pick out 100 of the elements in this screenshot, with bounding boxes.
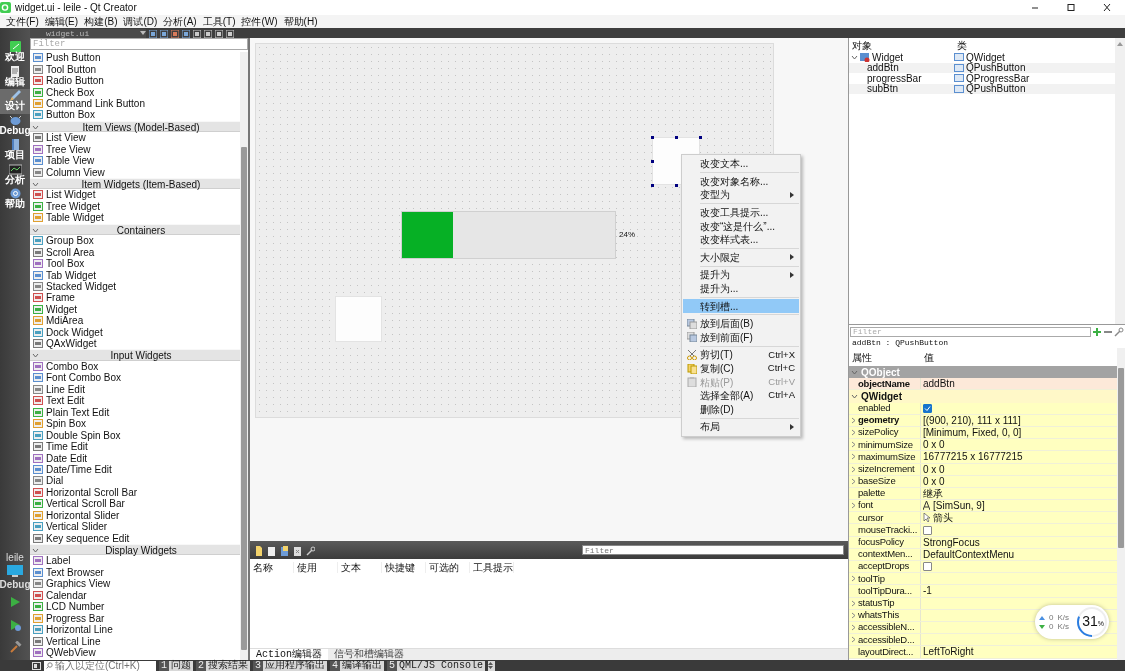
mode-tab[interactable]: 欢迎 <box>0 40 30 65</box>
widget-list-item[interactable]: Radio Button <box>30 74 240 87</box>
category-header[interactable]: Input Widgets <box>30 349 240 361</box>
tree-item[interactable]: addBtn QPushButton <box>849 62 1115 73</box>
widget-list-item[interactable]: Text Edit <box>30 395 240 407</box>
toolbar-button[interactable] <box>182 27 190 39</box>
property-value[interactable]: 0 x 0 <box>923 475 945 487</box>
output-pane-button[interactable]: 1 问题 <box>159 660 193 671</box>
widget-list-item[interactable]: Plain Text Edit <box>30 406 240 418</box>
scrollbar[interactable] <box>1117 348 1125 660</box>
output-pane-button[interactable]: 3 应用程序输出 <box>253 660 328 671</box>
category-header[interactable]: Containers <box>30 223 240 235</box>
widget-list-item[interactable]: Tree Widget <box>30 200 240 213</box>
toolbar-button[interactable] <box>267 544 276 556</box>
menu-item[interactable]: 构建(B) <box>81 16 121 27</box>
output-pane-button[interactable]: 4 编译输出 <box>330 660 385 671</box>
widget-list-item[interactable]: List View <box>30 132 240 144</box>
toolbar-button[interactable] <box>204 27 212 39</box>
menu-item[interactable]: 变型为 <box>683 188 799 202</box>
menu-item[interactable]: 编辑(E) <box>41 16 82 27</box>
menu-item[interactable]: 提升为 <box>683 268 799 282</box>
checkbox[interactable] <box>923 403 932 413</box>
mode-tab[interactable]: 帮助 <box>0 187 30 212</box>
property-value[interactable]: 箭头 <box>933 512 953 524</box>
widget-list-item[interactable]: Tool Button <box>30 63 240 75</box>
toolbar-button[interactable] <box>280 544 289 556</box>
output-pane-button[interactable]: 5 QML/JS Console <box>387 660 486 671</box>
widget-list-item[interactable]: Graphics View <box>30 578 240 590</box>
category-header[interactable]: Item Widgets (Item-Based) <box>30 177 240 190</box>
widget-list-item[interactable]: Text Browser <box>30 566 240 579</box>
tree-item[interactable]: subBtn QPushButton <box>849 83 1115 94</box>
widget-list-item[interactable]: Command Link Button <box>30 97 240 110</box>
widget-list-item[interactable]: Font Combo Box <box>30 372 240 384</box>
menu-item[interactable]: 改变工具提示... <box>683 205 799 220</box>
scrollbar[interactable] <box>1115 38 1125 324</box>
widget-list-item[interactable]: Tree View <box>30 143 240 155</box>
widget-list-item[interactable]: List Widget <box>30 189 240 201</box>
widget-list-item[interactable]: Horizontal Scroll Bar <box>30 486 240 499</box>
toolbar-button[interactable] <box>215 27 223 39</box>
menu-item[interactable]: 工具(T) <box>199 16 239 27</box>
property-value[interactable]: [Minimum, Fixed, 0, 0] <box>923 427 1022 439</box>
widget-list-item[interactable]: Date/Time Edit <box>30 463 240 476</box>
widget-list-item[interactable]: Spin Box <box>30 418 240 430</box>
property-value[interactable]: StrongFocus <box>923 536 980 548</box>
more-panes-button[interactable] <box>488 660 496 671</box>
property-value[interactable]: 继承 <box>923 487 943 499</box>
property-value[interactable]: LeftToRight <box>923 646 974 658</box>
locator-field[interactable]: 输入以定位(Ctrl+K) <box>44 660 156 671</box>
widget-list-item[interactable]: Double Spin Box <box>30 429 240 441</box>
property-value[interactable]: 0 x 0 <box>923 463 945 475</box>
menu-item[interactable]: 改变样式表... <box>683 232 799 247</box>
output-pane-button[interactable]: 2 搜索结果 <box>196 660 251 671</box>
property-value[interactable]: 0 x 0 <box>923 439 945 451</box>
menu-item[interactable]: 调试(D) <box>120 16 161 27</box>
menu-item[interactable]: 剪切(T) Ctrl+X <box>683 348 799 362</box>
widget-list-item[interactable]: Time Edit <box>30 440 240 453</box>
widget-list-item[interactable]: Group Box <box>30 235 240 247</box>
toolbar-button[interactable] <box>149 27 157 39</box>
widget-list-item[interactable]: QWebView <box>30 646 240 659</box>
column-header[interactable]: 值 <box>921 351 993 363</box>
sidebar-toggle-button[interactable] <box>32 660 41 671</box>
widget-list-item[interactable]: LCD Number <box>30 601 240 613</box>
mode-tab[interactable]: 分析 <box>0 162 30 187</box>
menu-item[interactable]: 放到前面(F) <box>683 330 799 345</box>
toolbar-button[interactable] <box>306 544 315 556</box>
widget-list-item[interactable]: Widget <box>30 303 240 316</box>
menu-item[interactable]: 分析(A) <box>160 16 200 27</box>
menu-item[interactable]: 转到槽... <box>683 299 799 313</box>
mode-tab[interactable]: Debug <box>0 113 30 138</box>
widget-list-item[interactable]: Horizontal Slider <box>30 509 240 521</box>
editor-tab[interactable]: 信号和槽编辑器 <box>328 649 410 660</box>
widget-list-item[interactable]: Date Edit <box>30 452 240 464</box>
column-header[interactable]: 属性 <box>849 351 921 363</box>
widget-list-item[interactable]: Check Box <box>30 86 240 98</box>
menu-item[interactable]: 复制(C) Ctrl+C <box>683 361 799 376</box>
widget-list-item[interactable]: Tool Box <box>30 257 240 270</box>
column-header[interactable]: 可选的 <box>426 561 470 573</box>
property-value[interactable]: [(900, 210), 111 x 111] <box>923 414 1021 426</box>
widget-list-item[interactable]: Label <box>30 555 240 567</box>
widget-list-item[interactable]: Combo Box <box>30 360 240 373</box>
widget-list-item[interactable]: Vertical Scroll Bar <box>30 498 240 510</box>
widget-list-item[interactable]: Progress Bar <box>30 612 240 624</box>
toolbar-button[interactable] <box>293 544 302 556</box>
widget-list-item[interactable]: Frame <box>30 292 240 304</box>
menu-item[interactable]: 文件(F) <box>3 16 42 27</box>
menu-item[interactable]: 放到后面(B) <box>683 316 799 331</box>
widget-list-item[interactable]: Key sequence Edit <box>30 532 240 544</box>
property-value[interactable]: addBtn <box>923 378 955 390</box>
checkbox[interactable] <box>923 525 932 535</box>
editor-tab[interactable]: Action编辑器 <box>250 649 328 660</box>
menu-item[interactable]: 改变对象名称... <box>683 174 799 189</box>
filter-field[interactable]: Filter <box>850 326 1091 337</box>
column-header[interactable]: 文本 <box>338 561 382 573</box>
widget-list-item[interactable]: Button Box <box>30 109 240 121</box>
widget-list-item[interactable]: Line Edit <box>30 383 240 396</box>
widget-list-item[interactable]: Calendar <box>30 589 240 601</box>
property-value[interactable]: 16777215 x 16777215 <box>923 451 1023 463</box>
widget-list-item[interactable]: Table Widget <box>30 212 240 224</box>
column-header[interactable]: 名称 <box>250 561 294 573</box>
menu-item[interactable]: 选择全部(A) Ctrl+A <box>683 388 799 403</box>
